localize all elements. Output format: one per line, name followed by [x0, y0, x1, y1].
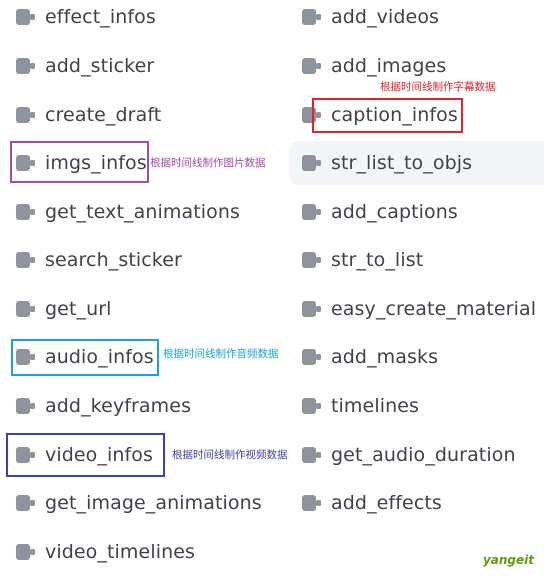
plugin-item-str-to-list[interactable]: str_to_list — [302, 243, 423, 277]
plugin-label: str_list_to_objs — [331, 152, 473, 174]
plugin-item-create-draft[interactable]: create_draft — [16, 98, 161, 132]
plugin-label: timelines — [331, 395, 420, 417]
plugin-icon — [16, 544, 35, 560]
plugin-item-timelines[interactable]: timelines — [302, 389, 419, 423]
plugin-label: add_effects — [331, 492, 442, 514]
plugin-label: audio_infos — [45, 346, 154, 368]
plugin-label: add_videos — [331, 6, 440, 28]
plugin-label: imgs_infos — [45, 152, 147, 174]
plugin-item-search-sticker[interactable]: search_sticker — [16, 243, 182, 277]
plugin-item-add-videos[interactable]: add_videos — [302, 0, 439, 34]
annotation-note-video: 根据时间线制作视频数据 — [172, 449, 288, 461]
plugin-label: effect_infos — [45, 6, 156, 28]
plugin-item-caption-infos[interactable]: caption_infos — [302, 98, 458, 132]
plugin-label: get_audio_duration — [331, 444, 516, 466]
plugin-icon — [302, 252, 321, 268]
plugin-item-effect-infos[interactable]: effect_infos — [16, 0, 156, 34]
plugin-item-get-url[interactable]: get_url — [16, 292, 112, 326]
plugin-label: get_url — [45, 298, 112, 320]
plugin-item-add-captions[interactable]: add_captions — [302, 195, 458, 229]
plugin-item-video-infos[interactable]: video_infos — [16, 438, 153, 472]
plugin-icon — [302, 107, 321, 123]
plugin-icon — [16, 495, 35, 511]
plugin-label: get_image_animations — [45, 492, 262, 514]
plugin-item-get-text-animations[interactable]: get_text_animations — [16, 195, 240, 229]
plugin-item-audio-infos[interactable]: audio_infos — [16, 340, 154, 374]
plugin-item-easy-create-material[interactable]: easy_create_material — [302, 292, 536, 326]
plugin-item-add-keyframes[interactable]: add_keyframes — [16, 389, 191, 423]
plugin-icon — [16, 301, 35, 317]
plugin-icon — [302, 58, 321, 74]
plugin-icon — [16, 398, 35, 414]
plugin-item-video-timelines[interactable]: video_timelines — [16, 535, 195, 569]
plugin-icon — [16, 58, 35, 74]
plugin-icon — [302, 447, 321, 463]
plugin-icon — [302, 301, 321, 317]
plugin-item-get-audio-duration[interactable]: get_audio_duration — [302, 438, 516, 472]
plugin-icon — [16, 107, 35, 123]
plugin-icon — [16, 155, 35, 171]
plugin-icon — [16, 9, 35, 25]
plugin-item-get-image-animations[interactable]: get_image_animations — [16, 486, 262, 520]
plugin-icon — [16, 204, 35, 220]
plugin-label: add_masks — [331, 346, 439, 368]
plugin-icon — [302, 349, 321, 365]
annotation-note-caption: 根据时间线制作字幕数据 — [380, 81, 496, 93]
plugin-icon — [16, 447, 35, 463]
plugin-label: add_captions — [331, 201, 458, 223]
plugin-label: caption_infos — [331, 104, 458, 126]
plugin-icon — [16, 349, 35, 365]
plugin-icon — [302, 9, 321, 25]
plugin-item-str-list-to-objs[interactable]: str_list_to_objs — [289, 141, 544, 185]
plugin-icon — [302, 495, 321, 511]
plugin-icon — [302, 398, 321, 414]
plugin-item-add-sticker[interactable]: add_sticker — [16, 49, 154, 83]
plugin-item-add-effects[interactable]: add_effects — [302, 486, 442, 520]
plugin-item-add-images[interactable]: add_images — [302, 49, 446, 83]
watermark: yangeit — [482, 553, 534, 567]
plugin-label: video_timelines — [45, 541, 196, 563]
plugin-label: search_sticker — [45, 249, 182, 271]
plugin-label: add_sticker — [45, 55, 155, 77]
plugin-label: create_draft — [45, 104, 162, 126]
plugin-label: str_to_list — [331, 249, 424, 271]
annotation-note-imgs: 根据时间线制作图片数据 — [150, 157, 266, 169]
plugin-label: easy_create_material — [331, 298, 537, 320]
plugin-item-add-masks[interactable]: add_masks — [302, 340, 438, 374]
plugin-item-imgs-infos[interactable]: imgs_infos — [16, 146, 147, 180]
plugin-label: add_images — [331, 55, 447, 77]
plugin-icon — [302, 204, 321, 220]
plugin-label: get_text_animations — [45, 201, 241, 223]
plugin-icon — [302, 155, 321, 171]
annotation-note-audio: 根据时间线制作音频数据 — [163, 348, 279, 360]
plugin-icon — [16, 252, 35, 268]
plugin-label: video_infos — [45, 444, 154, 466]
plugin-label: add_keyframes — [45, 395, 192, 417]
